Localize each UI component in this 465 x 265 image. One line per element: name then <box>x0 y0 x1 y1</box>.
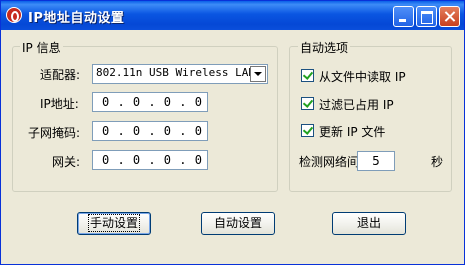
maximize-button[interactable] <box>416 6 437 27</box>
app-icon <box>6 7 22 23</box>
gateway-field[interactable]: 0 . 0 . 0 . 0 <box>92 150 208 170</box>
filter-used-label[interactable]: 过滤已占用 IP <box>319 96 394 113</box>
read-from-file-checkbox[interactable] <box>301 69 314 82</box>
close-button[interactable] <box>439 6 460 27</box>
subnet-mask-label: 子网掩码: <box>28 126 81 140</box>
auto-set-button-label: 自动设置 <box>213 216 262 230</box>
exit-button-label: 退出 <box>356 216 381 230</box>
ip-address-label: IP地址: <box>40 97 79 111</box>
update-file-checkbox[interactable] <box>301 124 314 137</box>
gateway-label: 网关: <box>52 155 81 169</box>
minimize-button[interactable] <box>393 6 414 27</box>
auto-options-legend: 自动选项 <box>298 39 351 56</box>
title-bar[interactable]: IP地址自动设置 <box>1 1 464 30</box>
adapter-label: 适配器: <box>40 68 81 82</box>
filter-used-checkbox[interactable] <box>301 97 314 110</box>
check-interval-input[interactable]: 5 <box>357 151 395 171</box>
dropdown-arrow-icon[interactable] <box>250 66 266 82</box>
manual-set-button[interactable]: 手动设置 <box>77 212 151 235</box>
subnet-mask-field[interactable]: 0 . 0 . 0 . 0 <box>92 121 208 141</box>
interval-unit-label: 秒 <box>431 155 444 169</box>
adapter-select[interactable]: 802.11n USB Wireless LAN C <box>92 64 268 84</box>
auto-set-button[interactable]: 自动设置 <box>201 212 275 235</box>
exit-button[interactable]: 退出 <box>332 212 406 235</box>
window-title: IP地址自动设置 <box>28 11 125 26</box>
manual-set-button-label: 手动设置 <box>87 214 141 232</box>
update-file-label[interactable]: 更新 IP 文件 <box>319 123 385 140</box>
ip-address-field[interactable]: 0 . 0 . 0 . 0 <box>92 92 208 112</box>
adapter-select-value: 802.11n USB Wireless LAN C <box>96 66 250 79</box>
read-from-file-label[interactable]: 从文件中读取 IP <box>319 68 406 85</box>
ip-info-legend: IP 信息 <box>20 39 63 56</box>
